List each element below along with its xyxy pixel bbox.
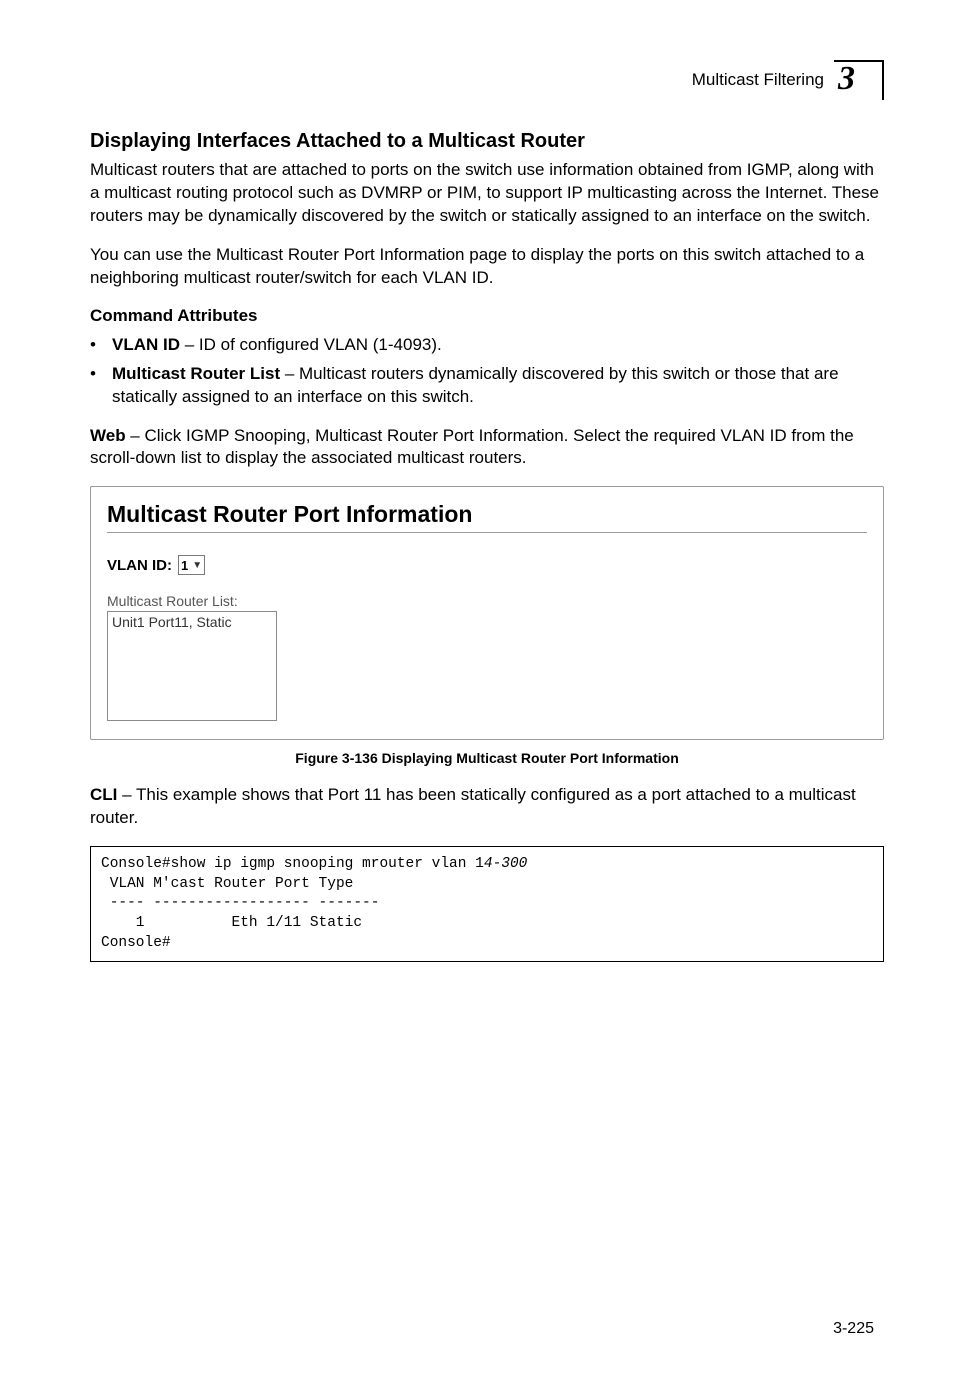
- screenshot-divider: [107, 532, 867, 533]
- bullet-desc: – ID of configured VLAN (1-4093).: [180, 335, 442, 354]
- running-header: Multicast Filtering 3: [90, 60, 884, 100]
- multicast-router-list-box[interactable]: Unit1 Port11, Static: [107, 611, 277, 721]
- bullet-term: Multicast Router List: [112, 364, 280, 383]
- cli-rest: – This example shows that Port 11 has be…: [90, 785, 856, 827]
- badge-right-line: [882, 60, 884, 100]
- web-paragraph: Web – Click IGMP Snooping, Multicast Rou…: [90, 425, 884, 471]
- vlan-id-row: VLAN ID: 1 ▼: [107, 555, 867, 575]
- vlan-id-label: VLAN ID:: [107, 557, 172, 574]
- chevron-down-icon: ▼: [192, 560, 202, 571]
- multicast-router-list-label: Multicast Router List:: [107, 593, 867, 609]
- screenshot-panel: Multicast Router Port Information VLAN I…: [90, 486, 884, 740]
- command-attributes-list: • VLAN ID – ID of configured VLAN (1-409…: [90, 334, 884, 409]
- list-item[interactable]: Unit1 Port11, Static: [112, 614, 272, 630]
- running-header-text: Multicast Filtering: [692, 70, 824, 90]
- section-title: Displaying Interfaces Attached to a Mult…: [90, 130, 884, 153]
- intro-paragraph-2: You can use the Multicast Router Port In…: [90, 244, 884, 290]
- code-line: Console#show ip igmp snooping mrouter vl…: [101, 856, 484, 872]
- command-attributes-heading: Command Attributes: [90, 306, 884, 326]
- code-line: ---- ------------------ -------: [101, 895, 379, 911]
- code-line: VLAN M'cast Router Port Type: [101, 876, 353, 892]
- code-line-italic: 4-300: [484, 856, 528, 872]
- screenshot-title: Multicast Router Port Information: [107, 501, 867, 528]
- chapter-badge: 3: [834, 60, 884, 100]
- bullet-term: VLAN ID: [112, 335, 180, 354]
- list-item: • VLAN ID – ID of configured VLAN (1-409…: [90, 334, 884, 357]
- cli-lead: CLI: [90, 785, 117, 804]
- figure-caption: Figure 3-136 Displaying Multicast Router…: [90, 750, 884, 766]
- intro-paragraph-1: Multicast routers that are attached to p…: [90, 159, 884, 228]
- cli-output-box: Console#show ip igmp snooping mrouter vl…: [90, 846, 884, 962]
- code-line: Console#: [101, 935, 171, 951]
- vlan-id-value: 1: [181, 558, 188, 573]
- page-number: 3-225: [833, 1320, 874, 1338]
- cli-paragraph: CLI – This example shows that Port 11 ha…: [90, 784, 884, 830]
- web-lead: Web: [90, 426, 126, 445]
- list-item: • Multicast Router List – Multicast rout…: [90, 363, 884, 409]
- web-rest: – Click IGMP Snooping, Multicast Router …: [90, 426, 854, 468]
- chapter-number: 3: [838, 60, 855, 98]
- vlan-id-select[interactable]: 1 ▼: [178, 555, 205, 575]
- code-line: 1 Eth 1/11 Static: [101, 915, 362, 931]
